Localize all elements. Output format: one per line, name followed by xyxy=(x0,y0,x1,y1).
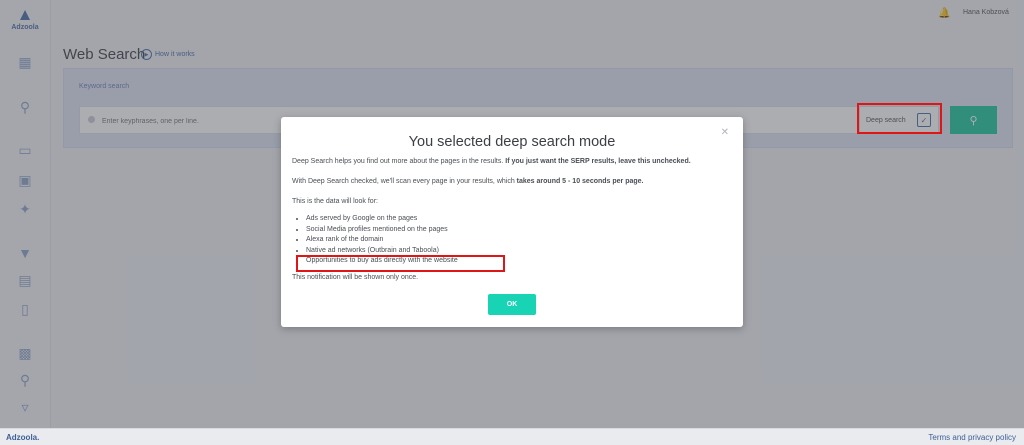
list-item: Ads served by Google on the pages xyxy=(306,214,458,225)
modal-title: You selected deep search mode xyxy=(408,134,616,150)
modal-paragraph-2: With Deep Search checked, we'll scan eve… xyxy=(292,178,644,185)
deep-search-highlight xyxy=(857,103,942,134)
modal-paragraph-1: Deep Search helps you find out more abou… xyxy=(292,158,691,165)
footer: Adzoola. Terms and privacy policy xyxy=(0,428,1024,445)
ok-button[interactable]: OK xyxy=(488,294,536,315)
list-item: Social Media profiles mentioned on the p… xyxy=(306,225,458,236)
modal-paragraph-3: This is the data will look for: xyxy=(292,198,378,205)
deep-search-modal: ✕ You selected deep search mode Deep Sea… xyxy=(281,117,743,327)
list-item: Alexa rank of the domain xyxy=(306,235,458,246)
terms-link[interactable]: Terms and privacy policy xyxy=(928,433,1016,442)
footer-logo: Adzoola. xyxy=(6,433,40,442)
list-item-highlight xyxy=(296,255,505,272)
modal-paragraph-4: This notification will be shown only onc… xyxy=(292,274,419,281)
